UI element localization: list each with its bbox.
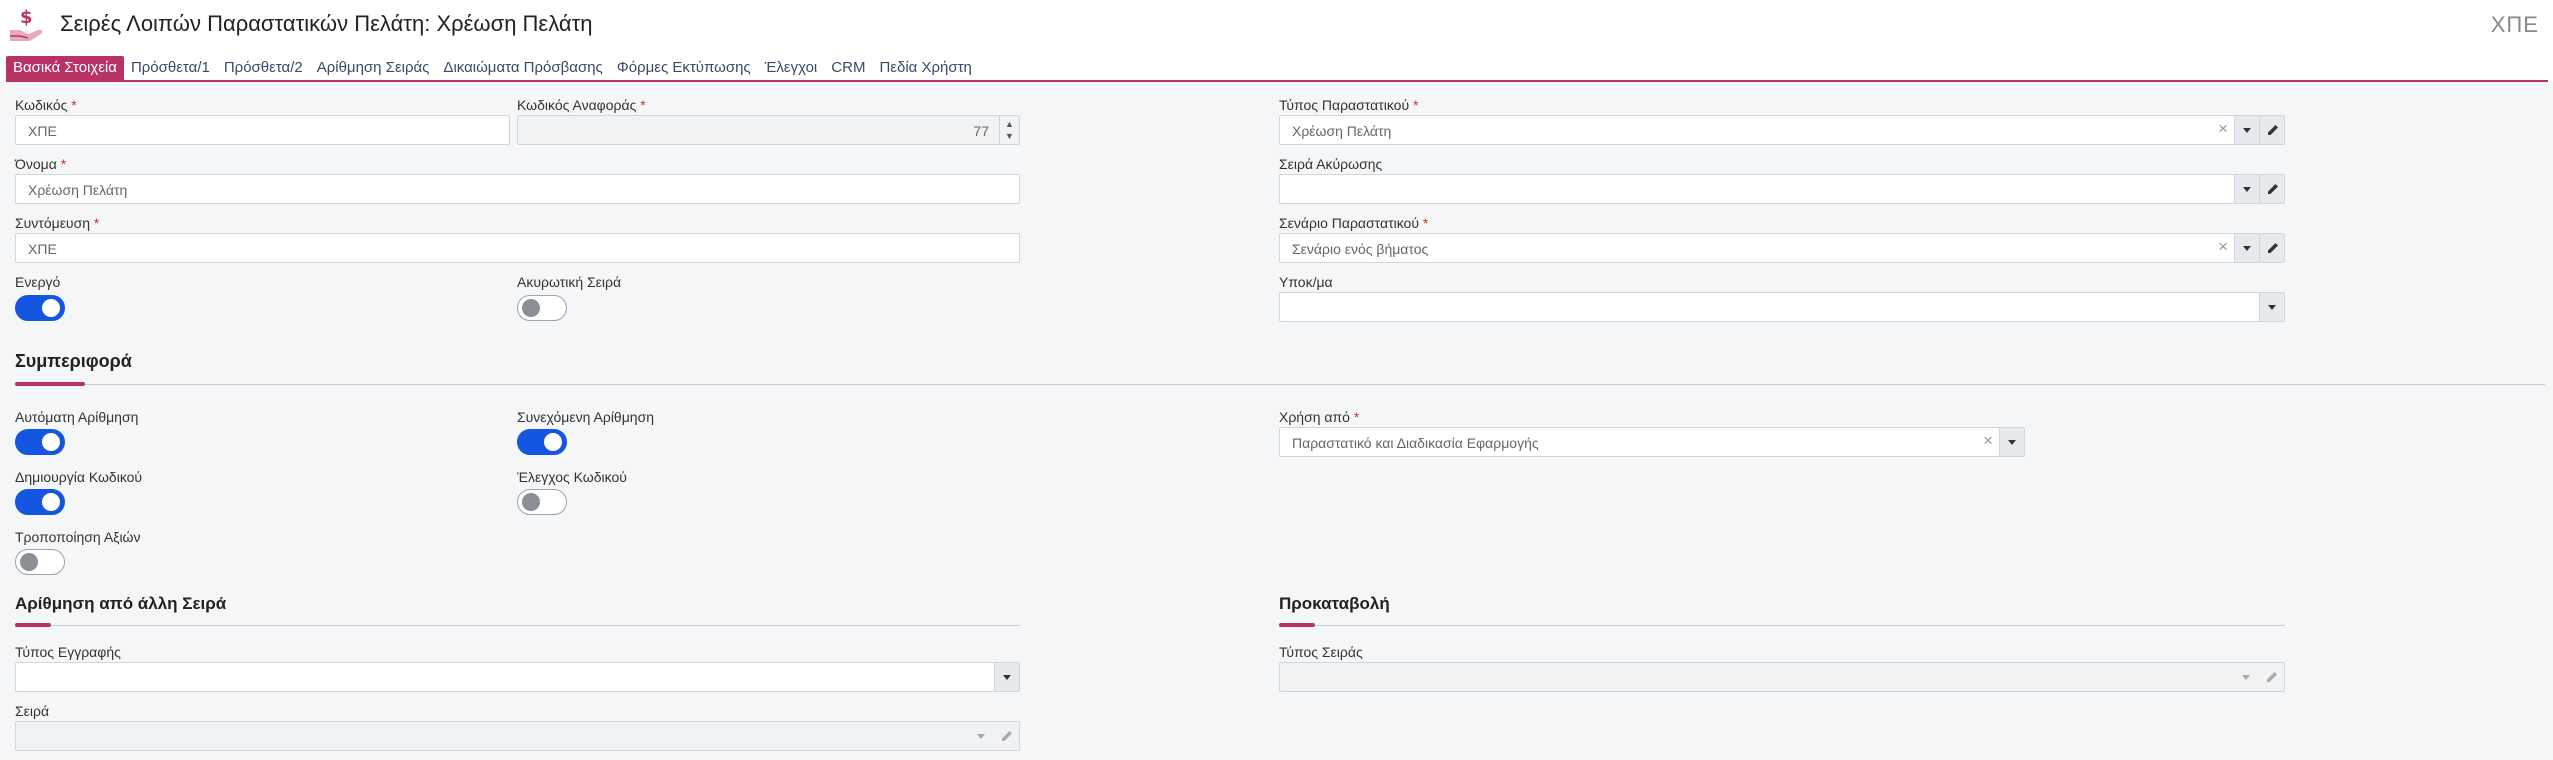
abbreviation-input[interactable]: ΧΠΕ — [15, 233, 1020, 263]
auto-numbering-label: Αυτόματη Αρίθμηση — [15, 409, 139, 425]
clear-icon[interactable]: × — [2218, 237, 2228, 257]
reference-code-value: 77 — [973, 123, 989, 139]
chevron-down-icon[interactable] — [994, 663, 1019, 691]
branch-select[interactable] — [1279, 292, 2285, 322]
tab-access-rights[interactable]: Δικαιώματα Πρόσβασης — [436, 56, 609, 80]
section-accent — [15, 382, 85, 386]
reference-code-stepper[interactable]: 77 ▲ ▼ — [517, 115, 1020, 145]
used-by-label: Χρήση από * — [1279, 409, 1360, 425]
hand-dollar-icon: $ — [10, 7, 43, 41]
create-code-label: Δημιουργία Κωδικού — [15, 469, 143, 485]
section-divider — [1279, 625, 2285, 626]
section-divider — [15, 384, 2545, 385]
series-label: Σειρά — [15, 703, 50, 719]
check-code-toggle[interactable] — [517, 489, 567, 515]
chevron-down-icon[interactable] — [969, 722, 994, 750]
document-type-select[interactable]: Χρέωση Πελάτη × — [1279, 115, 2285, 145]
check-code-label: Έλεγχος Κωδικού — [517, 469, 627, 485]
tab-crm[interactable]: CRM — [824, 56, 872, 80]
create-code-toggle[interactable] — [15, 489, 65, 515]
section-divider — [15, 625, 1020, 626]
cancel-series-label: Σειρά Ακύρωσης — [1279, 156, 1383, 172]
pencil-icon[interactable] — [994, 722, 1019, 750]
page-title: Σειρές Λοιπών Παραστατικών Πελάτη: Χρέωσ… — [60, 11, 593, 36]
document-scenario-label: Σενάριο Παραστατικού * — [1279, 215, 1429, 231]
chevron-down-icon[interactable] — [2234, 234, 2259, 262]
document-scenario-value: Σενάριο ενός βήματος — [1292, 241, 1429, 257]
series-type-label: Τύπος Σειράς — [1279, 644, 1363, 660]
series-type-select[interactable] — [1279, 662, 2285, 692]
tab-series-numbering[interactable]: Αρίθμηση Σειράς — [310, 56, 437, 80]
tab-print-forms[interactable]: Φόρμες Εκτύπωσης — [610, 56, 758, 80]
tab-checks[interactable]: Έλεγχοι — [758, 56, 825, 80]
code-input[interactable]: ΧΠΕ — [15, 115, 510, 145]
chevron-down-icon[interactable] — [1999, 428, 2024, 456]
chevron-down-icon[interactable]: ▼ — [1005, 132, 1014, 141]
document-scenario-select[interactable]: Σενάριο ενός βήματος × — [1279, 233, 2285, 263]
header: $ Σειρές Λοιπών Παραστατικών Πελάτη: Χρέ… — [0, 0, 2553, 54]
numbering-other-section-title: Αρίθμηση από άλλη Σειρά — [15, 594, 227, 613]
cancel-series-select[interactable] — [1279, 174, 2285, 204]
document-type-label: Τύπος Παραστατικού * — [1279, 97, 1419, 113]
active-toggle[interactable] — [15, 295, 65, 321]
modify-values-toggle[interactable] — [15, 549, 65, 575]
tab-user-fields[interactable]: Πεδία Χρήστη — [872, 56, 978, 80]
tab-bar: Βασικά Στοιχεία Πρόσθετα/1 Πρόσθετα/2 Αρ… — [6, 56, 979, 80]
modify-values-label: Τροποποίηση Αξιών — [15, 529, 141, 545]
name-label: Όνομα * — [15, 156, 67, 172]
chevron-down-icon[interactable] — [2234, 663, 2259, 691]
record-type-select[interactable] — [15, 662, 1020, 692]
chevron-down-icon[interactable] — [2234, 175, 2259, 203]
clear-icon[interactable]: × — [1983, 431, 1993, 451]
name-input[interactable]: Χρέωση Πελάτη — [15, 174, 1020, 204]
behavior-section-title: Συμπεριφορά — [15, 351, 132, 371]
section-accent — [1279, 623, 1315, 627]
pencil-icon[interactable] — [2259, 175, 2284, 203]
form-content: Κωδικός * ΧΠΕ Κωδικός Αναφοράς * 77 ▲ ▼ … — [0, 82, 2553, 760]
cancelling-series-label: Ακυρωτική Σειρά — [517, 274, 622, 290]
reference-code-label: Κωδικός Αναφοράς * — [517, 97, 646, 113]
abbreviation-label: Συντόμευση * — [15, 215, 100, 231]
chevron-down-icon[interactable] — [2234, 116, 2259, 144]
record-type-label: Τύπος Εγγραφής — [15, 644, 121, 660]
active-label: Ενεργό — [15, 274, 61, 290]
clear-icon[interactable]: × — [2218, 119, 2228, 139]
pencil-icon[interactable] — [2259, 234, 2284, 262]
tab-additional-2[interactable]: Πρόσθετα/2 — [217, 56, 310, 80]
document-type-value: Χρέωση Πελάτη — [1292, 123, 1392, 139]
tab-additional-1[interactable]: Πρόσθετα/1 — [124, 56, 217, 80]
advance-payment-section-title: Προκαταβολή — [1279, 594, 1390, 613]
section-accent — [15, 623, 51, 627]
stepper-buttons[interactable]: ▲ ▼ — [999, 116, 1019, 144]
pencil-icon[interactable] — [2259, 116, 2284, 144]
auto-numbering-toggle[interactable] — [15, 429, 65, 455]
code-label: Κωδικός * — [15, 97, 77, 113]
series-select[interactable] — [15, 721, 1020, 751]
branch-label: Υποκ/μα — [1279, 274, 1333, 290]
svg-text:$: $ — [20, 7, 33, 28]
pencil-icon[interactable] — [2259, 663, 2284, 691]
record-code: ΧΠΕ — [2490, 12, 2539, 37]
cancelling-series-toggle[interactable] — [517, 295, 567, 321]
continuous-numbering-toggle[interactable] — [517, 429, 567, 455]
chevron-down-icon[interactable] — [2259, 293, 2284, 321]
used-by-select[interactable]: Παραστατικό και Διαδικασία Εφαρμογής × — [1279, 427, 2025, 457]
chevron-up-icon[interactable]: ▲ — [1005, 120, 1014, 129]
tab-basic-info[interactable]: Βασικά Στοιχεία — [6, 56, 124, 80]
continuous-numbering-label: Συνεχόμενη Αρίθμηση — [517, 409, 654, 425]
used-by-value: Παραστατικό και Διαδικασία Εφαρμογής — [1292, 435, 1539, 451]
